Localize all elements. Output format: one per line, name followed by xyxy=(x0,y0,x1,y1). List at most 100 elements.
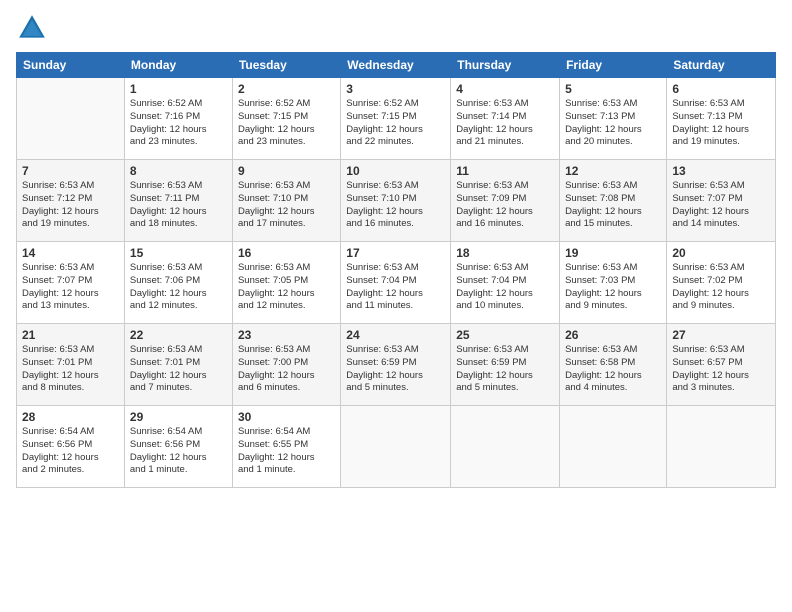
day-detail: Sunrise: 6:53 AM Sunset: 7:05 PM Dayligh… xyxy=(238,262,335,313)
day-detail: Sunrise: 6:52 AM Sunset: 7:15 PM Dayligh… xyxy=(346,98,445,149)
day-detail: Sunrise: 6:53 AM Sunset: 6:58 PM Dayligh… xyxy=(565,344,661,395)
day-cell: 29 Sunrise: 6:54 AM Sunset: 6:56 PM Dayli… xyxy=(124,406,232,488)
day-cell: 21Sunrise: 6:53 AM Sunset: 7:01 PM Dayli… xyxy=(17,324,125,406)
calendar-table: SundayMondayTuesdayWednesdayThursdayFrid… xyxy=(16,52,776,488)
header xyxy=(16,12,776,44)
day-number: 8 xyxy=(130,164,227,178)
day-detail: Sunrise: 6:53 AM Sunset: 7:03 PM Dayligh… xyxy=(565,262,661,313)
day-detail: Sunrise: 6:53 AM Sunset: 6:57 PM Dayligh… xyxy=(672,344,770,395)
day-number: 3 xyxy=(346,82,445,96)
day-cell: 9Sunrise: 6:53 AM Sunset: 7:10 PM Daylig… xyxy=(232,160,340,242)
day-number: 15 xyxy=(130,246,227,260)
day-number: 21 xyxy=(22,328,119,342)
day-cell xyxy=(341,406,451,488)
week-row-3: 14 Sunrise: 6:53 AM Sunset: 7:07 PM Dayli… xyxy=(17,242,776,324)
day-detail: Sunrise: 6:53 AM Sunset: 7:10 PM Dayligh… xyxy=(238,180,335,231)
page: SundayMondayTuesdayWednesdayThursdayFrid… xyxy=(0,0,792,612)
day-number: 6 xyxy=(672,82,770,96)
day-cell: 24 Sunrise: 6:53 AM Sunset: 6:59 PM Dayli… xyxy=(341,324,451,406)
day-cell: 8 Sunrise: 6:53 AM Sunset: 7:11 PM Daylig… xyxy=(124,160,232,242)
day-cell: 7Sunrise: 6:53 AM Sunset: 7:12 PM Daylig… xyxy=(17,160,125,242)
day-number: 24 xyxy=(346,328,445,342)
day-cell: 2Sunrise: 6:52 AM Sunset: 7:15 PM Daylig… xyxy=(232,78,340,160)
day-detail: Sunrise: 6:53 AM Sunset: 7:12 PM Dayligh… xyxy=(22,180,119,231)
day-detail: Sunrise: 6:53 AM Sunset: 7:07 PM Dayligh… xyxy=(22,262,119,313)
day-cell: 26 Sunrise: 6:53 AM Sunset: 6:58 PM Dayli… xyxy=(560,324,667,406)
day-number: 25 xyxy=(456,328,554,342)
day-number: 18 xyxy=(456,246,554,260)
week-row-1: 1 Sunrise: 6:52 AM Sunset: 7:16 PM Daylig… xyxy=(17,78,776,160)
day-cell: 27 Sunrise: 6:53 AM Sunset: 6:57 PM Dayli… xyxy=(667,324,776,406)
day-detail: Sunrise: 6:52 AM Sunset: 7:16 PM Dayligh… xyxy=(130,98,227,149)
day-detail: Sunrise: 6:54 AM Sunset: 6:56 PM Dayligh… xyxy=(22,426,119,477)
day-number: 26 xyxy=(565,328,661,342)
day-detail: Sunrise: 6:54 AM Sunset: 6:56 PM Dayligh… xyxy=(130,426,227,477)
day-number: 11 xyxy=(456,164,554,178)
day-cell: 12 Sunrise: 6:53 AM Sunset: 7:08 PM Dayli… xyxy=(560,160,667,242)
day-cell: 14 Sunrise: 6:53 AM Sunset: 7:07 PM Dayli… xyxy=(17,242,125,324)
day-number: 16 xyxy=(238,246,335,260)
day-number: 1 xyxy=(130,82,227,96)
day-cell: 11 Sunrise: 6:53 AM Sunset: 7:09 PM Dayli… xyxy=(451,160,560,242)
week-row-2: 7Sunrise: 6:53 AM Sunset: 7:12 PM Daylig… xyxy=(17,160,776,242)
day-number: 22 xyxy=(130,328,227,342)
logo-icon xyxy=(16,12,48,44)
day-detail: Sunrise: 6:53 AM Sunset: 7:14 PM Dayligh… xyxy=(456,98,554,149)
day-detail: Sunrise: 6:53 AM Sunset: 7:02 PM Dayligh… xyxy=(672,262,770,313)
day-detail: Sunrise: 6:53 AM Sunset: 7:09 PM Dayligh… xyxy=(456,180,554,231)
column-header-wednesday: Wednesday xyxy=(341,53,451,78)
day-detail: Sunrise: 6:53 AM Sunset: 7:01 PM Dayligh… xyxy=(130,344,227,395)
day-number: 19 xyxy=(565,246,661,260)
day-detail: Sunrise: 6:53 AM Sunset: 7:13 PM Dayligh… xyxy=(565,98,661,149)
week-row-5: 28 Sunrise: 6:54 AM Sunset: 6:56 PM Dayli… xyxy=(17,406,776,488)
day-number: 17 xyxy=(346,246,445,260)
day-cell: 5 Sunrise: 6:53 AM Sunset: 7:13 PM Daylig… xyxy=(560,78,667,160)
column-header-thursday: Thursday xyxy=(451,53,560,78)
day-cell: 18 Sunrise: 6:53 AM Sunset: 7:04 PM Dayli… xyxy=(451,242,560,324)
day-number: 14 xyxy=(22,246,119,260)
day-cell: 6 Sunrise: 6:53 AM Sunset: 7:13 PM Daylig… xyxy=(667,78,776,160)
day-cell: 3 Sunrise: 6:52 AM Sunset: 7:15 PM Daylig… xyxy=(341,78,451,160)
day-cell: 17 Sunrise: 6:53 AM Sunset: 7:04 PM Dayli… xyxy=(341,242,451,324)
day-detail: Sunrise: 6:53 AM Sunset: 7:04 PM Dayligh… xyxy=(456,262,554,313)
column-header-tuesday: Tuesday xyxy=(232,53,340,78)
day-number: 5 xyxy=(565,82,661,96)
day-cell xyxy=(17,78,125,160)
day-cell: 19 Sunrise: 6:53 AM Sunset: 7:03 PM Dayli… xyxy=(560,242,667,324)
day-number: 20 xyxy=(672,246,770,260)
day-cell: 1 Sunrise: 6:52 AM Sunset: 7:16 PM Daylig… xyxy=(124,78,232,160)
day-number: 29 xyxy=(130,410,227,424)
day-number: 4 xyxy=(456,82,554,96)
day-cell xyxy=(667,406,776,488)
day-detail: Sunrise: 6:53 AM Sunset: 7:07 PM Dayligh… xyxy=(672,180,770,231)
day-detail: Sunrise: 6:53 AM Sunset: 7:11 PM Dayligh… xyxy=(130,180,227,231)
day-cell: 13 Sunrise: 6:53 AM Sunset: 7:07 PM Dayli… xyxy=(667,160,776,242)
day-detail: Sunrise: 6:54 AM Sunset: 6:55 PM Dayligh… xyxy=(238,426,335,477)
day-cell: 16 Sunrise: 6:53 AM Sunset: 7:05 PM Dayli… xyxy=(232,242,340,324)
day-number: 12 xyxy=(565,164,661,178)
day-number: 13 xyxy=(672,164,770,178)
day-cell xyxy=(451,406,560,488)
day-detail: Sunrise: 6:53 AM Sunset: 7:00 PM Dayligh… xyxy=(238,344,335,395)
column-header-saturday: Saturday xyxy=(667,53,776,78)
day-number: 30 xyxy=(238,410,335,424)
day-detail: Sunrise: 6:53 AM Sunset: 7:13 PM Dayligh… xyxy=(672,98,770,149)
day-cell: 15Sunrise: 6:53 AM Sunset: 7:06 PM Dayli… xyxy=(124,242,232,324)
day-detail: Sunrise: 6:53 AM Sunset: 7:08 PM Dayligh… xyxy=(565,180,661,231)
day-number: 23 xyxy=(238,328,335,342)
day-detail: Sunrise: 6:53 AM Sunset: 7:04 PM Dayligh… xyxy=(346,262,445,313)
day-cell: 28 Sunrise: 6:54 AM Sunset: 6:56 PM Dayli… xyxy=(17,406,125,488)
day-cell: 25Sunrise: 6:53 AM Sunset: 6:59 PM Dayli… xyxy=(451,324,560,406)
logo xyxy=(16,12,52,44)
header-row: SundayMondayTuesdayWednesdayThursdayFrid… xyxy=(17,53,776,78)
day-detail: Sunrise: 6:52 AM Sunset: 7:15 PM Dayligh… xyxy=(238,98,335,149)
week-row-4: 21 Sunrise: 6:53 AM Sunset: 7:01 PM Dayli… xyxy=(17,324,776,406)
day-number: 27 xyxy=(672,328,770,342)
day-cell: 4 Sunrise: 6:53 AM Sunset: 7:14 PM Daylig… xyxy=(451,78,560,160)
day-number: 28 xyxy=(22,410,119,424)
column-header-friday: Friday xyxy=(560,53,667,78)
day-cell: 23 Sunrise: 6:53 AM Sunset: 7:00 PM Dayli… xyxy=(232,324,340,406)
day-detail: Sunrise: 6:53 AM Sunset: 7:10 PM Dayligh… xyxy=(346,180,445,231)
day-cell xyxy=(560,406,667,488)
day-detail: Sunrise: 6:53 AM Sunset: 6:59 PM Dayligh… xyxy=(346,344,445,395)
